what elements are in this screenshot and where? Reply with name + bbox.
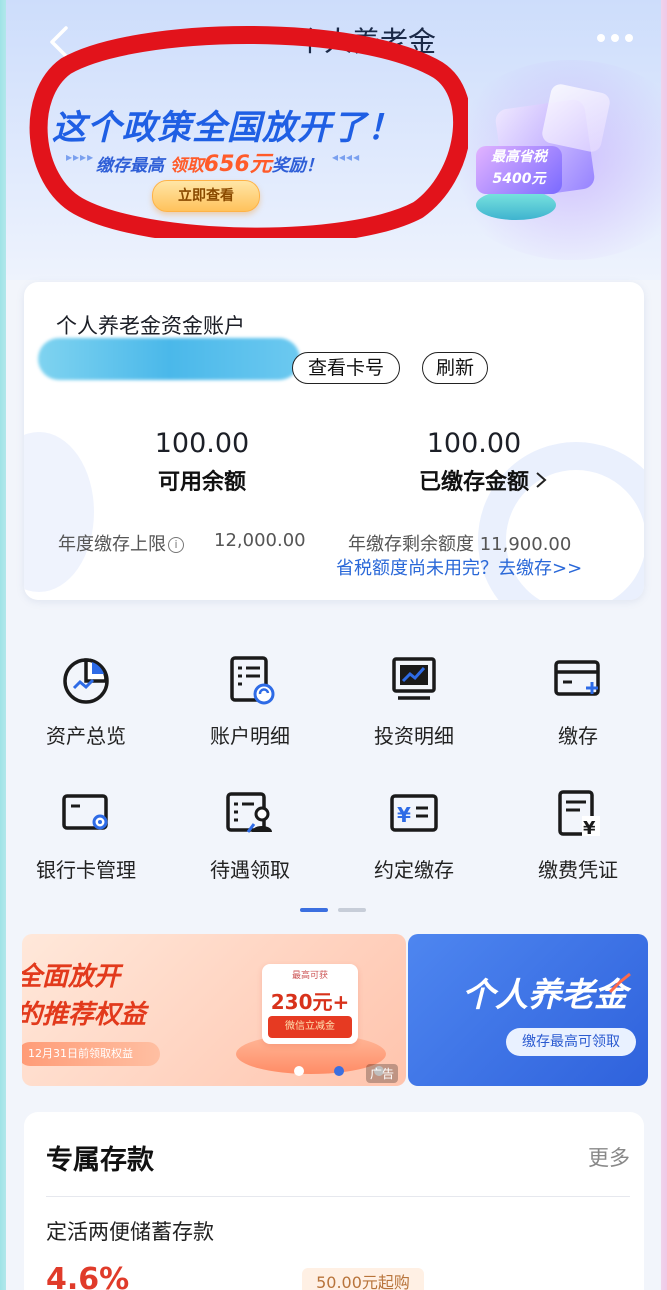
grid-label: 投资明细 (374, 724, 454, 748)
promo-left-line1: 全面放开 (22, 962, 121, 992)
grid-label: 银行卡管理 (36, 858, 136, 882)
tax-saving-badge: 最高省税 5400元 (476, 146, 562, 194)
deposit-section-title: 专属存款 (46, 1145, 154, 1176)
scheduled-deposit-icon: ¥ (390, 794, 438, 832)
info-icon[interactable]: i (168, 537, 184, 553)
banner-coin-decoration (476, 190, 556, 220)
chevron-right-icon[interactable] (534, 470, 548, 490)
page: 最高省税 5400元 个人养老金 这个政策全国放开了！ ▸▸▸▸ 缴存最高 领取… (6, 0, 661, 1290)
payment-voucher-icon: ¥ (558, 790, 600, 839)
annual-limit-value: 12,000.00 (214, 530, 306, 551)
carousel-dot-active[interactable] (334, 1066, 344, 1076)
tax-badge-line2: 5400元 (492, 171, 546, 187)
coupon-top-label: 最高可获 (291, 971, 328, 981)
exclusive-deposit-card: 专属存款 更多 定活两便储蓄存款 4.6% 50.00元起购 (24, 1112, 644, 1290)
promo-right-title: 个人养老金 (462, 975, 627, 1014)
deposit-product-name[interactable]: 定活两便储蓄存款 (46, 1216, 214, 1246)
available-balance-label: 可用余额 (157, 470, 246, 495)
growth-arrow-icon (608, 972, 631, 994)
annual-limit-text: 年度缴存上限 (58, 534, 166, 555)
grid-label: 缴费凭证 (538, 858, 618, 882)
more-link[interactable]: 更多 (588, 1142, 630, 1172)
go-deposit-link[interactable]: 省税额度尚未用完？去缴存>> (336, 554, 582, 580)
promo-card-pension[interactable]: 个人养老金 缴存最高可领取 (408, 934, 648, 1086)
available-balance-value: 100.00 (154, 428, 250, 459)
grid-label: 资产总览 (46, 724, 126, 748)
pager-indicator[interactable] (338, 908, 366, 912)
grid-label: 待遇领取 (210, 858, 290, 882)
account-title: 个人养老金资金账户 (56, 314, 245, 338)
coupon-bottom-label: 微信立减金 (268, 1016, 352, 1038)
grid-item-asset-overview[interactable]: 资产总览 (6, 654, 166, 749)
refresh-button[interactable]: 刷新 (422, 352, 488, 384)
grid-item-deposit[interactable]: 缴存 (498, 654, 658, 749)
promo-card-benefits[interactable]: 全面放开 的推荐权益 12月31日前领取权益 最高可获 230元+ 微信立减金 (22, 934, 406, 1086)
promo-right-subtitle: 缴存最高可领取 (506, 1028, 636, 1056)
grid-label: 账户明细 (210, 724, 290, 748)
pension-account-card: 个人养老金资金账户 查看卡号 刷新 100.00 可用余额 100.00 已缴存… (24, 282, 644, 600)
masked-account-number (38, 338, 300, 380)
svg-text:¥: ¥ (583, 818, 596, 839)
promo-left-line2: 的推荐权益 (22, 1000, 147, 1030)
red-annotation-circle (29, 26, 468, 238)
svg-text:¥: ¥ (397, 803, 411, 827)
bank-card-manage-icon (62, 794, 108, 830)
more-dots-icon[interactable] (593, 28, 637, 48)
investment-detail-icon (392, 657, 436, 700)
promo-left-deadline: 12月31日前领取权益 (22, 1042, 160, 1066)
deposit-card-icon (554, 660, 600, 696)
coupon-value: 230元+ (270, 990, 350, 1014)
deposit-rate: 4.6% (46, 1262, 130, 1290)
ad-label: 广告 (366, 1064, 399, 1083)
grid-item-investment-detail[interactable]: 投资明细 (334, 654, 494, 749)
grid-item-account-detail[interactable]: 账户明细 (170, 654, 330, 749)
minimum-purchase-badge: 50.00元起购 (302, 1268, 424, 1290)
grid-item-bank-card-manage[interactable]: 银行卡管理 (6, 788, 166, 883)
card-background-decoration (24, 432, 94, 592)
pager-indicator-active[interactable] (300, 908, 328, 912)
account-detail-icon (230, 656, 275, 705)
deposited-amount-value[interactable]: 100.00 (384, 428, 564, 459)
remaining-quota: 年缴存剩余额度 11,900.00 (348, 534, 572, 555)
promo-banner[interactable]: 最高省税 5400元 个人养老金 这个政策全国放开了！ ▸▸▸▸ 缴存最高 领取… (6, 0, 661, 280)
benefit-claim-icon (226, 792, 272, 833)
grid-item-payment-voucher[interactable]: ¥ 缴费凭证 (498, 788, 658, 883)
grid-label: 缴存 (558, 724, 598, 748)
annual-limit-label: 年度缴存上限 i (58, 530, 184, 556)
view-card-number-button[interactable]: 查看卡号 (292, 352, 400, 384)
grid-item-benefit-claim[interactable]: 待遇领取 (170, 788, 330, 883)
grid-label: 约定缴存 (374, 858, 454, 882)
asset-overview-icon (63, 658, 109, 704)
grid-item-scheduled-deposit[interactable]: ¥ 约定缴存 (334, 788, 494, 883)
tax-badge-line1: 最高省税 (491, 149, 547, 165)
wechat-coupon: 最高可获 230元+ 微信立减金 (262, 964, 358, 1044)
banner-cube-decoration-small (540, 82, 612, 154)
divider (46, 1196, 630, 1197)
carousel-dot[interactable] (294, 1066, 304, 1076)
